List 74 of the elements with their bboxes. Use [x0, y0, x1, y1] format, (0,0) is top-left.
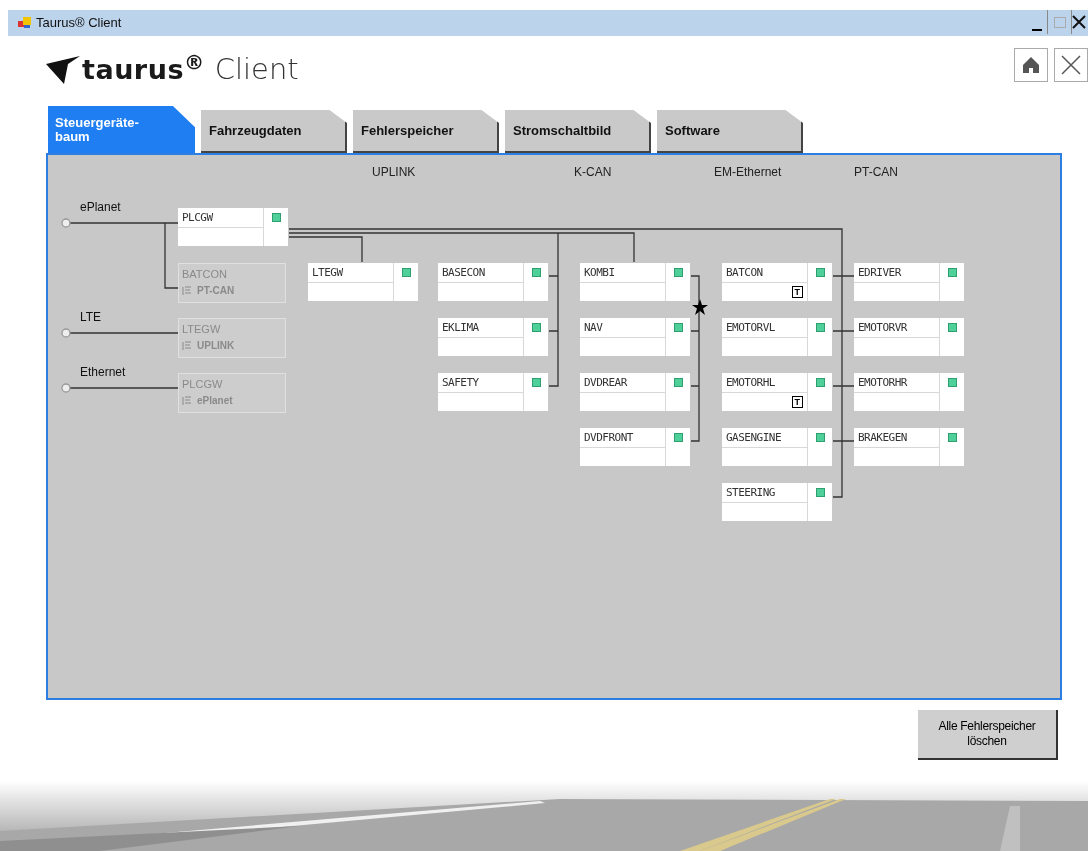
node-label: EMOTORHL	[722, 373, 807, 393]
home-button[interactable]	[1014, 48, 1048, 82]
device-node[interactable]: BRAKEGEN	[854, 428, 964, 466]
device-node[interactable]: DVDREAR	[580, 373, 690, 411]
node-label: EMOTORHR	[854, 373, 939, 393]
device-node[interactable]: EMOTORHL T	[722, 373, 832, 411]
device-node[interactable]: NAV	[580, 318, 690, 356]
node-label: PLCGW	[182, 377, 224, 392]
port-icon	[61, 383, 71, 393]
device-node[interactable]: EMOTORVR	[854, 318, 964, 356]
bus-label: UPLINK	[372, 164, 416, 181]
device-node[interactable]: PLCGW	[178, 208, 288, 246]
device-node[interactable]: BASECON	[438, 263, 548, 301]
list-icon	[182, 396, 191, 406]
brand-logo: taurus$^{®}$	[82, 49, 205, 87]
node-label: BASECON	[438, 263, 523, 283]
node-label: EKLIMA	[438, 318, 523, 338]
product-name: Client	[214, 51, 299, 89]
node-label: BATCON	[182, 267, 229, 282]
node-label: EDRIVER	[854, 263, 939, 283]
network-label: LTE	[80, 309, 102, 326]
close-icon	[1060, 54, 1082, 76]
bus-label: PT-CAN	[854, 164, 898, 181]
bus-label: EM-Ethernet	[714, 164, 782, 181]
network-label: ePlanet	[80, 199, 121, 216]
node-label: STEERING	[722, 483, 807, 503]
device-node[interactable]: BATCON T	[722, 263, 832, 301]
star-icon	[692, 299, 708, 315]
list-icon	[182, 341, 191, 351]
close-button[interactable]	[1054, 48, 1088, 82]
tab[interactable]: Steuergeräte- baum	[48, 106, 195, 153]
tab[interactable]: Fehlerspeicher	[353, 110, 499, 153]
device-node[interactable]: GASENGINE	[722, 428, 832, 466]
device-node[interactable]: SAFETY	[438, 373, 548, 411]
clear-errors-button[interactable]: Alle Fehlerspeicher löschen	[918, 710, 1058, 760]
tab[interactable]: Fahrzeugdaten	[201, 110, 347, 153]
node-label: LTEGW	[182, 322, 222, 337]
node-label: KOMBI	[580, 263, 665, 283]
network-label: Ethernet	[80, 364, 126, 381]
node-label: BATCON	[722, 263, 807, 283]
port-icon	[61, 328, 71, 338]
logo-icon	[46, 56, 80, 84]
node-label: DVDFRONT	[580, 428, 665, 448]
tab[interactable]: Stromschaltbild	[505, 110, 651, 153]
device-node[interactable]: STEERING	[722, 483, 832, 521]
bus-label: ePlanet	[197, 394, 233, 408]
app-icon	[18, 17, 32, 29]
bus-label: UPLINK	[197, 339, 235, 353]
device-node[interactable]: EMOTORHR	[854, 373, 964, 411]
node-label: SAFETY	[438, 373, 523, 393]
device-node[interactable]: DVDFRONT	[580, 428, 690, 466]
close-icon	[1072, 15, 1086, 29]
window-title: Taurus® Client	[36, 14, 122, 33]
device-node[interactable]: KOMBI	[580, 263, 690, 301]
node-label: LTEGW	[308, 263, 393, 283]
home-icon	[1022, 56, 1040, 74]
node-label: NAV	[580, 318, 665, 338]
node-label: EMOTORVR	[854, 318, 939, 338]
list-icon	[182, 286, 191, 296]
node-label: EMOTORVL	[722, 318, 807, 338]
port-icon	[61, 218, 71, 228]
test-badge: T	[791, 396, 803, 408]
node-label: DVDREAR	[580, 373, 665, 393]
device-node[interactable]: EMOTORVL	[722, 318, 832, 356]
device-node[interactable]: EDRIVER	[854, 263, 964, 301]
test-badge: T	[791, 286, 803, 298]
node-label: BRAKEGEN	[854, 428, 939, 448]
node-label: GASENGINE	[722, 428, 807, 448]
bus-label: PT-CAN	[197, 284, 235, 298]
device-node[interactable]: LTEGW	[308, 263, 418, 301]
device-node[interactable]: EKLIMA	[438, 318, 548, 356]
tab[interactable]: Software	[657, 110, 803, 153]
bus-label: K-CAN	[574, 164, 612, 181]
node-label: PLCGW	[178, 208, 263, 228]
